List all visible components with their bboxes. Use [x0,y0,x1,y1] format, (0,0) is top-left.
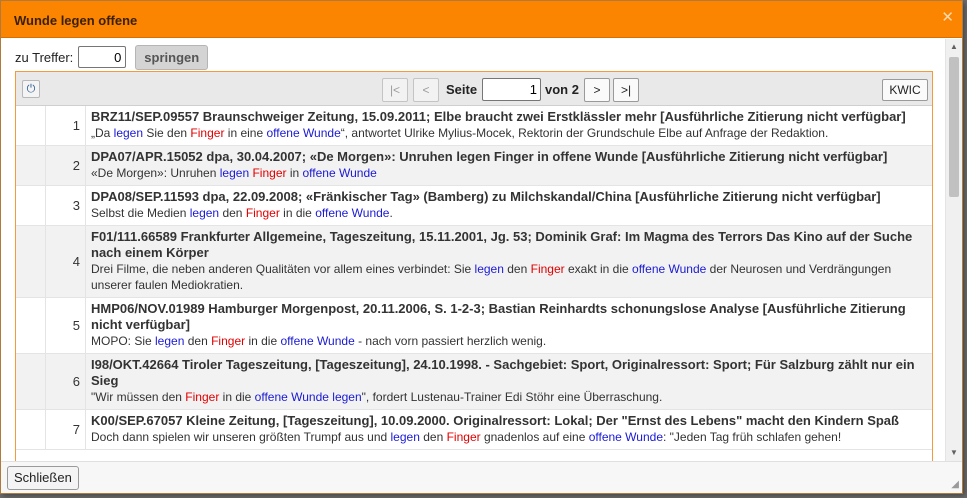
resize-grip-icon[interactable]: ◢ [951,479,959,490]
jump-button[interactable]: springen [135,44,209,70]
kwic-snippet: Doch dann spielen wir unseren größten Tr… [91,430,842,444]
row-number: 5 [46,298,86,353]
table-row[interactable]: 3 DPA08/SEP.11593 dpa, 22.09.2008; «Frän… [16,186,932,226]
dialog-content: zu Treffer: springen ⏻ |< < Seite von 2 … [1,39,945,461]
table-row[interactable]: 7 K00/SEP.67057 Kleine Zeitung, [Tagesze… [16,410,932,450]
table-row[interactable]: 2 DPA07/APR.15052 dpa, 30.04.2007; «De M… [16,146,932,186]
row-number: 6 [46,354,86,409]
scroll-thumb[interactable] [949,57,959,197]
row-number: 2 [46,146,86,185]
row-number: 4 [46,226,86,297]
row-number: 7 [46,410,86,449]
first-page-button[interactable]: |< [382,78,408,102]
dialog-footer: Schließen ◢ [1,461,962,493]
page-input[interactable] [482,78,541,101]
pager-toolbar: ⏻ |< < Seite von 2 > >| KWIC [16,72,932,106]
table-row[interactable]: 1 BRZ11/SEP.09557 Braunschweiger Zeitung… [16,106,932,146]
dialog-title: Wunde legen offene [14,13,138,28]
power-icon[interactable]: ⏻ [22,80,40,98]
page-count: von 2 [545,82,579,97]
kwic-button[interactable]: KWIC [882,79,928,101]
prev-page-button[interactable]: < [413,78,439,102]
kwic-snippet: „Da legen Sie den Finger in eine offene … [91,126,829,140]
scroll-up-icon[interactable]: ▲ [946,39,962,55]
last-page-button[interactable]: >| [613,78,639,102]
jump-bar: zu Treffer: springen [15,44,209,70]
kwic-snippet: «De Morgen»: Unruhen legen Finger in off… [91,166,377,180]
source-citation: K00/SEP.67057 Kleine Zeitung, [Tageszeit… [91,413,899,428]
table-row[interactable]: 5 HMP06/NOV.01989 Hamburger Morgenpost, … [16,298,932,354]
jump-input[interactable] [78,46,127,68]
kwic-snippet: Drei Filme, die neben anderen Qualitäten… [91,262,892,292]
source-citation: DPA07/APR.15052 dpa, 30.04.2007; «De Mor… [91,149,888,164]
page-label: Seite [446,82,478,97]
kwic-snippet: MOPO: Sie legen den Finger in die offene… [91,334,547,348]
vertical-scrollbar[interactable]: ▲ ▼ [945,39,962,461]
jump-label: zu Treffer: [15,49,74,65]
source-citation: DPA08/SEP.11593 dpa, 22.09.2008; «Fränki… [91,189,881,204]
kwic-dialog: Wunde legen offene ✕ zu Treffer: springe… [0,0,963,494]
dialog-titlebar[interactable]: Wunde legen offene ✕ [1,1,962,38]
results-grid: ⏻ |< < Seite von 2 > >| KWIC 1 BRZ11/SEP… [15,71,933,461]
close-icon[interactable]: ✕ [941,10,954,26]
table-row[interactable]: 6 I98/OKT.42664 Tiroler Tageszeitung, [T… [16,354,932,410]
results-list: 1 BRZ11/SEP.09557 Braunschweiger Zeitung… [16,106,932,450]
kwic-snippet: "Wir müssen den Finger in die offene Wun… [91,390,663,404]
source-citation: F01/111.66589 Frankfurter Allgemeine, Ta… [91,229,913,260]
source-citation: HMP06/NOV.01989 Hamburger Morgenpost, 20… [91,301,906,332]
source-citation: BRZ11/SEP.09557 Braunschweiger Zeitung, … [91,109,906,124]
row-number: 1 [46,106,86,145]
close-button[interactable]: Schließen [7,466,79,490]
kwic-snippet: Selbst die Medien legen den Finger in di… [91,206,393,220]
table-row[interactable]: 4 F01/111.66589 Frankfurter Allgemeine, … [16,226,932,298]
row-number: 3 [46,186,86,225]
scroll-down-icon[interactable]: ▼ [946,445,962,461]
next-page-button[interactable]: > [584,78,610,102]
source-citation: I98/OKT.42664 Tiroler Tageszeitung, [Tag… [91,357,915,388]
